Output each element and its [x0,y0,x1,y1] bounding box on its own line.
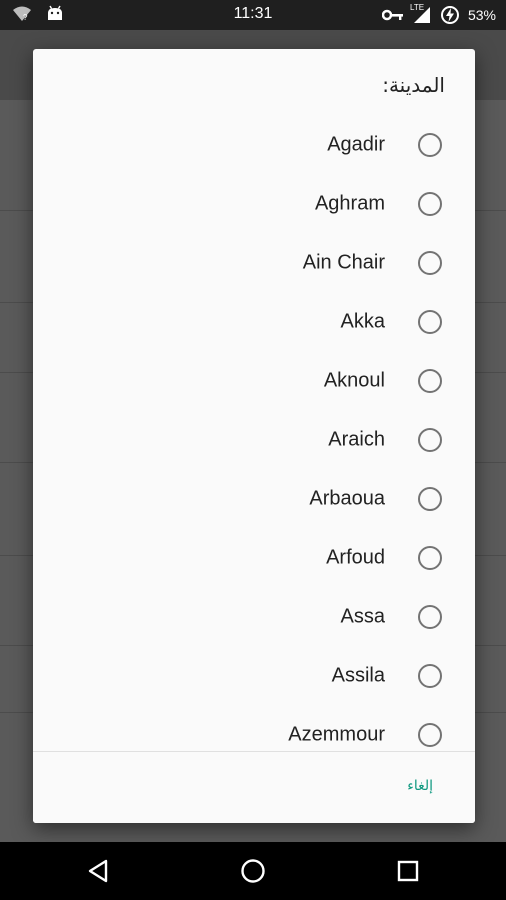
back-icon[interactable] [82,855,114,887]
cancel-button[interactable]: إلغاء [401,774,439,798]
city-option-label: Arbaoua [309,487,385,509]
network-type-badge: LTE [409,3,425,12]
city-option-label: Arfoud [326,546,385,568]
city-option-arbaoua[interactable]: Arbaoua [33,469,475,528]
city-option-assila[interactable]: Assila [33,646,475,705]
city-picker-dialog: المدينة: Agadir Aghram Ain Chair Akka Ak… [33,49,475,823]
radio-button[interactable] [418,250,442,275]
battery-saver-icon [440,5,460,25]
dialog-title: المدينة: [382,73,445,97]
dialog-footer: إلغاء [33,752,475,823]
navigation-bar [0,842,506,900]
radio-button[interactable] [418,663,442,688]
status-bar: ? 11:31 LTE 53% [0,0,506,30]
city-option-assa[interactable]: Assa [33,587,475,646]
home-icon[interactable] [237,855,269,887]
battery-percent: 53% [467,7,496,23]
city-option-araich[interactable]: Araich [33,410,475,469]
radio-button[interactable] [418,545,442,570]
city-option-label: Ain Chair [302,251,385,273]
city-option-label: Assila [331,664,385,686]
radio-button[interactable] [418,604,442,629]
signal-icon: LTE [409,3,432,24]
city-option-label: Azemmour [288,723,385,745]
city-option-label: Assa [340,605,385,627]
city-option-agadir[interactable]: Agadir [33,115,475,174]
city-option-arfoud[interactable]: Arfoud [33,528,475,587]
city-option-aknoul[interactable]: Aknoul [33,351,475,410]
radio-button[interactable] [418,427,442,452]
radio-button[interactable] [418,486,442,511]
radio-button[interactable] [418,309,442,334]
recents-icon[interactable] [392,855,424,887]
city-option-ain-chair[interactable]: Ain Chair [33,233,475,292]
city-option-label: Araich [328,428,385,450]
city-option-akka[interactable]: Akka [33,292,475,351]
radio-button[interactable] [418,191,442,216]
radio-button[interactable] [418,368,442,393]
radio-button[interactable] [418,132,442,157]
city-option-label: Aknoul [323,369,385,391]
city-option-aghram[interactable]: Aghram [33,174,475,233]
city-option-label: Akka [340,310,385,332]
city-option-label: Aghram [314,192,385,214]
key-icon [381,8,404,22]
city-option-label: Agadir [327,133,385,155]
radio-button[interactable] [418,722,442,747]
